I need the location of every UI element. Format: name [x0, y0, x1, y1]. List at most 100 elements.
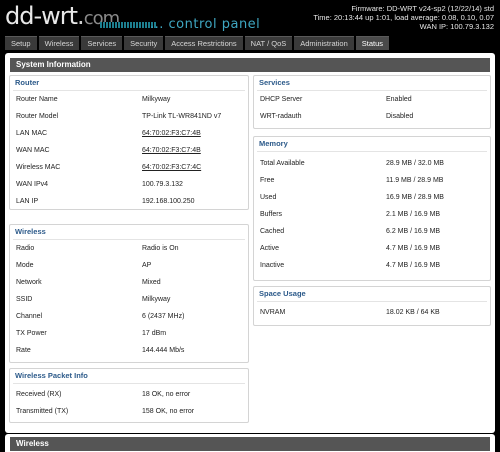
row-value: 6.2 MB / 16.9 MB: [386, 228, 441, 235]
section-divider: [257, 90, 487, 91]
row-value: 100.79.3.132: [142, 181, 183, 188]
row-value: 11.9 MB / 28.9 MB: [386, 177, 444, 184]
lan-mac-link[interactable]: 64:70:02:F3:C7:4B: [142, 130, 201, 137]
row-label: Inactive: [260, 262, 285, 269]
row-value: 158 OK, no error: [142, 408, 195, 415]
row-value: Milkyway: [142, 296, 171, 303]
row-value: 18 OK, no error: [142, 391, 191, 398]
row-label: WAN IPv4: [16, 181, 49, 188]
row-label: Cached: [260, 228, 285, 235]
row-value: 2.1 MB / 16.9 MB: [386, 211, 441, 218]
packet-info-section: Wireless Packet Info Received (RX) 18 OK,…: [9, 368, 249, 423]
header: dd-wrt.com ... control panel Firmware: D…: [0, 0, 500, 36]
row-label: Buffers: [260, 211, 283, 218]
row-label: Router Model: [16, 113, 59, 120]
tab-status[interactable]: Status: [355, 36, 390, 50]
total-available-row: Total Available 28.9 MB / 32.0 MB: [260, 160, 486, 169]
firmware-text: Firmware: DD-WRT v24-sp2 (12/22/14) std: [351, 4, 494, 13]
row-label: Radio: [16, 245, 35, 252]
router-section: Router Router Name Milkyway Router Model T…: [9, 75, 249, 210]
lan-mac-row: LAN MAC 64:70:02:F3:C7:4B: [16, 130, 244, 139]
wireless-mac-row: Wireless MAC 64:70:02:F3:C7:4C: [16, 164, 244, 173]
row-label: SSID: [16, 296, 33, 303]
row-label: TX Power: [16, 330, 47, 337]
services-section: Services DHCP Server Enabled WRT-radauth D…: [253, 75, 491, 129]
row-label: Free: [260, 177, 275, 184]
row-value: TP-Link TL-WR841ND v7: [142, 113, 222, 120]
row-value: Radio is On: [142, 245, 179, 252]
section-divider: [257, 151, 487, 152]
row-label: WRT-radauth: [260, 113, 302, 120]
row-value: 6 (2437 MHz): [142, 313, 185, 320]
tab-access-restrictions[interactable]: Access Restrictions: [165, 36, 243, 50]
buffers-row: Buffers 2.1 MB / 16.9 MB: [260, 211, 486, 220]
inactive-row: Inactive 4.7 MB / 16.9 MB: [260, 262, 486, 271]
wan-ip-text: WAN IP: 100.79.3.132: [419, 22, 494, 31]
wrt-radauth-row: WRT-radauth Disabled: [260, 113, 486, 122]
tab-setup[interactable]: Setup: [5, 36, 37, 50]
space-usage-section-title: Space Usage: [259, 289, 306, 298]
router-model-row: Router Model TP-Link TL-WR841ND v7: [16, 113, 244, 122]
row-value: 16.9 MB / 28.9 MB: [386, 194, 444, 201]
row-label: LAN MAC: [16, 130, 48, 137]
section-divider: [13, 90, 245, 91]
row-value: Disabled: [386, 113, 414, 120]
logo-bars-graphic: [100, 22, 156, 28]
row-label: DHCP Server: [260, 96, 303, 103]
section-divider: [13, 239, 245, 240]
wireless-mac-link[interactable]: 64:70:02:F3:C7:4C: [142, 164, 201, 171]
network-row: Network Mixed: [16, 279, 244, 288]
ssid-row: SSID Milkyway: [16, 296, 244, 305]
wan-mac-link[interactable]: 64:70:02:F3:C7:4B: [142, 147, 201, 154]
row-label: Rate: [16, 347, 31, 354]
row-label: WAN MAC: [16, 147, 50, 154]
rx-row: Received (RX) 18 OK, no error: [16, 391, 244, 400]
row-label: Network: [16, 279, 42, 286]
memory-section: Memory Total Available 28.9 MB / 32.0 MB …: [253, 136, 491, 281]
row-value: 18.02 KB / 64 KB: [386, 309, 440, 316]
tx-power-row: TX Power 17 dBm: [16, 330, 244, 339]
packet-info-section-title: Wireless Packet Info: [15, 371, 88, 380]
active-row: Active 4.7 MB / 16.9 MB: [260, 245, 486, 254]
wan-ipv4-row: WAN IPv4 100.79.3.132: [16, 181, 244, 190]
channel-row: Channel 6 (2437 MHz): [16, 313, 244, 322]
row-value: Enabled: [386, 96, 412, 103]
cached-row: Cached 6.2 MB / 16.9 MB: [260, 228, 486, 237]
row-label: Channel: [16, 313, 43, 320]
main-panel: System Information Router Router Name Mil…: [5, 53, 495, 433]
section-divider: [13, 383, 245, 384]
dhcp-server-row: DHCP Server Enabled: [260, 96, 486, 105]
tab-administration[interactable]: Administration: [294, 36, 354, 50]
tab-nat-qos[interactable]: NAT / QoS: [244, 36, 293, 50]
nvram-row: NVRAM 18.02 KB / 64 KB: [260, 309, 486, 318]
logo-dot: .: [77, 2, 85, 30]
tab-security[interactable]: Security: [124, 36, 164, 50]
row-value: Mixed: [142, 279, 161, 286]
row-label: Used: [260, 194, 277, 201]
tab-wireless[interactable]: Wireless: [38, 36, 80, 50]
row-label: Wireless MAC: [16, 164, 61, 171]
row-label: NVRAM: [260, 309, 286, 316]
tx-row: Transmitted (TX) 158 OK, no error: [16, 408, 244, 417]
wan-mac-row: WAN MAC 64:70:02:F3:C7:4B: [16, 147, 244, 156]
rate-row: Rate 144.444 Mb/s: [16, 347, 244, 356]
space-usage-section: Space Usage NVRAM 18.02 KB / 64 KB: [253, 286, 491, 326]
row-label: Total Available: [260, 160, 305, 167]
used-row: Used 16.9 MB / 28.9 MB: [260, 194, 486, 203]
row-label: LAN IP: [16, 198, 39, 205]
row-value: 28.9 MB / 32.0 MB: [386, 160, 444, 167]
wireless-panel-title: Wireless: [10, 437, 490, 451]
row-label: Transmitted (TX): [16, 408, 69, 415]
wireless-section-title: Wireless: [15, 227, 46, 236]
row-value: 144.444 Mb/s: [142, 347, 185, 354]
row-value: 192.168.100.250: [142, 198, 195, 205]
row-label: Received (RX): [16, 391, 62, 398]
wireless-section: Wireless Radio Radio is On Mode AP Network…: [9, 224, 249, 363]
page-title: System Information: [10, 58, 490, 72]
row-label: Router Name: [16, 96, 58, 103]
wireless-panel: Wireless: [5, 434, 495, 452]
tab-services[interactable]: Services: [81, 36, 123, 50]
mode-row: Mode AP: [16, 262, 244, 271]
radio-row: Radio Radio is On: [16, 245, 244, 254]
logo-main: dd-wrt: [5, 2, 78, 30]
